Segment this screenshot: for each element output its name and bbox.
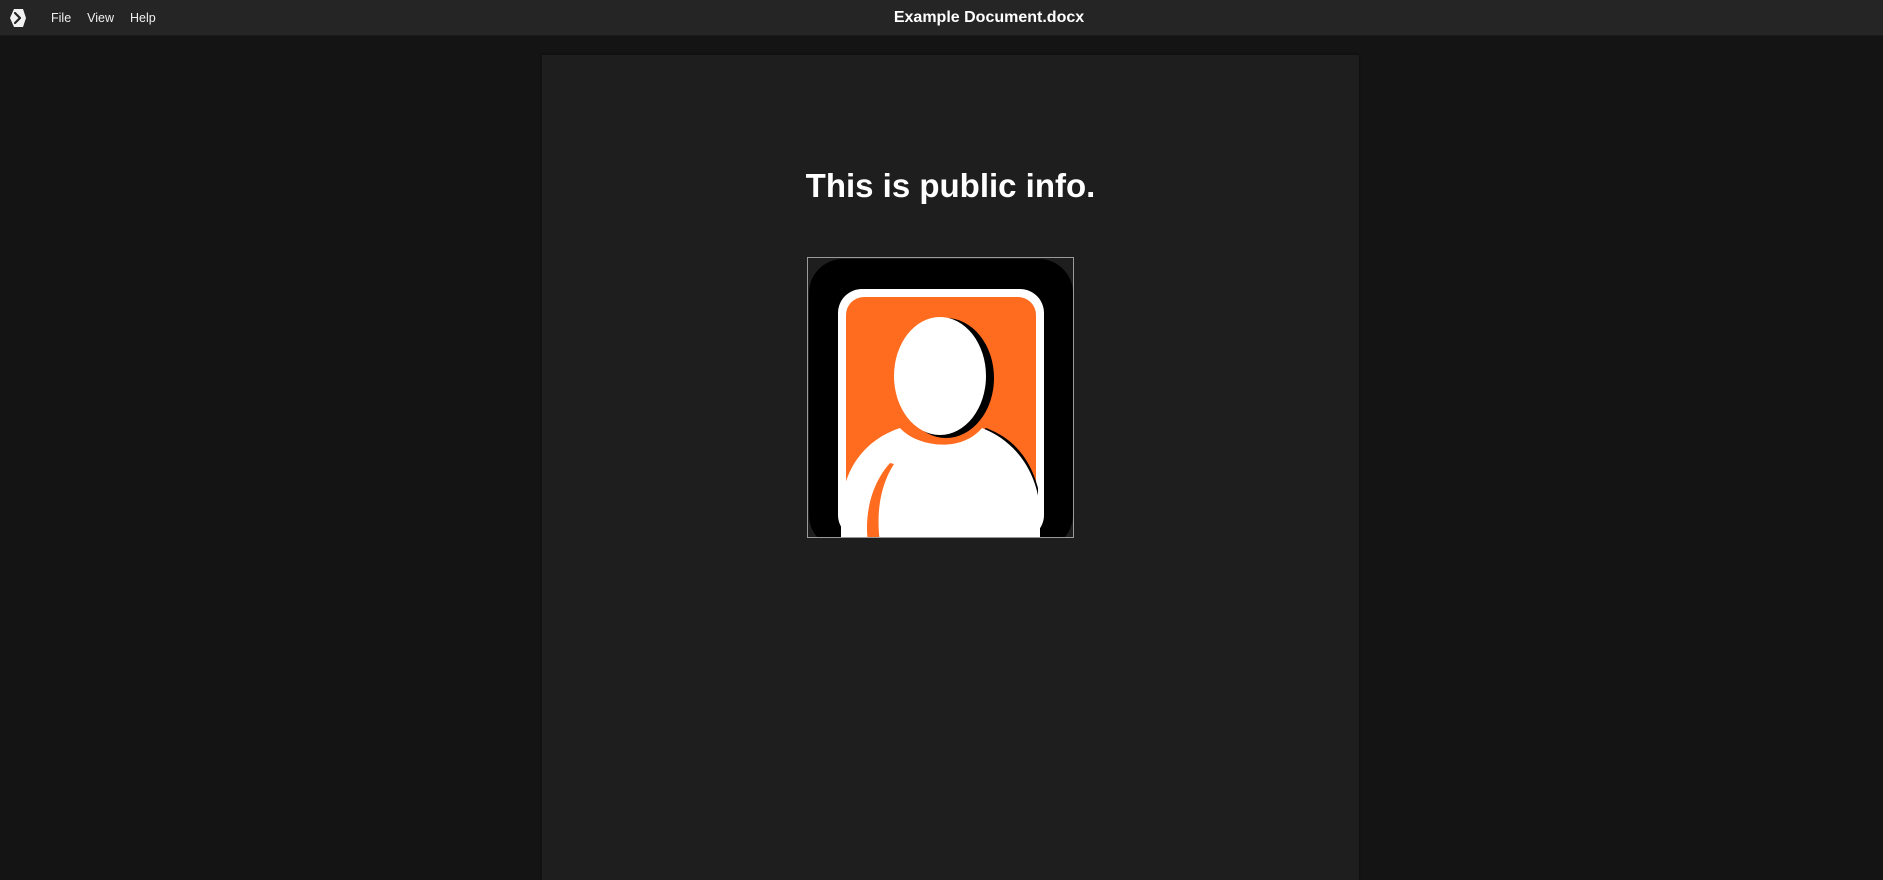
document-heading: This is public info. (805, 167, 1096, 204)
title-bar: File View Help Example Document.docx (0, 0, 1883, 36)
document-canvas[interactable]: This is public info. (4, 36, 1883, 880)
document-viewer-window: File View Help Example Document.docx Thi… (0, 0, 1883, 880)
user-avatar-icon (809, 259, 1073, 537)
document-page: This is public info. (542, 55, 1359, 880)
window-title-container: Example Document.docx (0, 0, 1883, 36)
embedded-image[interactable] (807, 257, 1074, 538)
window-title: Example Document.docx (893, 9, 1085, 26)
